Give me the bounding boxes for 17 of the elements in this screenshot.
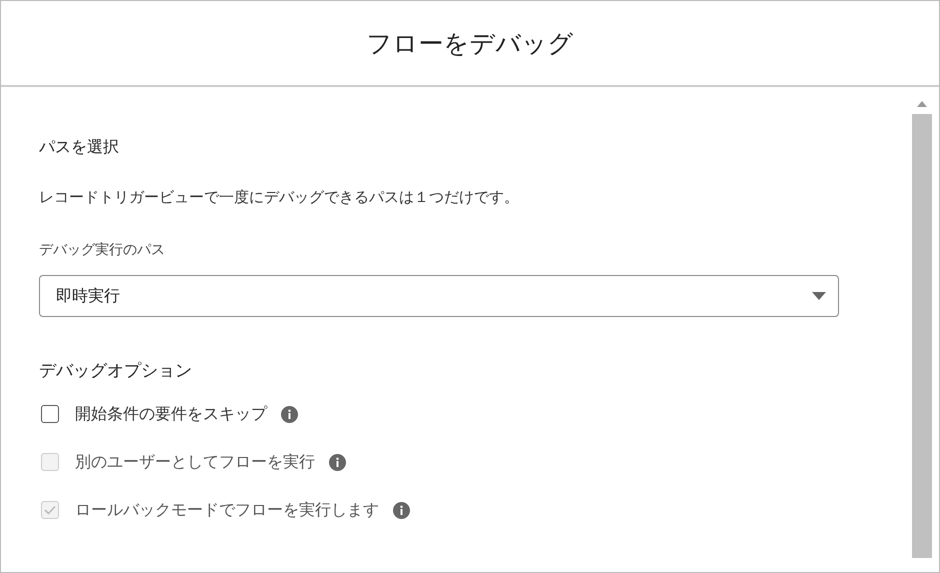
checkmark-icon <box>44 505 56 515</box>
dialog-title: フローをデバッグ <box>366 28 574 60</box>
checkbox[interactable] <box>41 405 59 423</box>
option-label: 別のユーザーとしてフローを実行 <box>75 452 315 472</box>
section-heading: パスを選択 <box>39 137 120 158</box>
section-heading: デバッグオプション <box>39 360 193 382</box>
option-label: ロールバックモードでフローを実行します <box>75 500 379 520</box>
scrollbar-thumb[interactable] <box>912 114 932 558</box>
info-icon[interactable] <box>329 454 346 470</box>
scroll-up-icon[interactable] <box>917 101 927 107</box>
field-label: デバッグ実行のパス <box>39 241 166 259</box>
description-text: レコードトリガービューで一度にデバッグできるパスは１つだけです。 <box>39 188 520 207</box>
caret-icon <box>812 292 826 300</box>
path-dropdown[interactable]: 即時実行 <box>39 275 839 317</box>
info-icon[interactable] <box>281 406 298 422</box>
option-label: 開始条件の要件をスキップ <box>75 404 267 424</box>
info-icon[interactable] <box>393 502 410 518</box>
